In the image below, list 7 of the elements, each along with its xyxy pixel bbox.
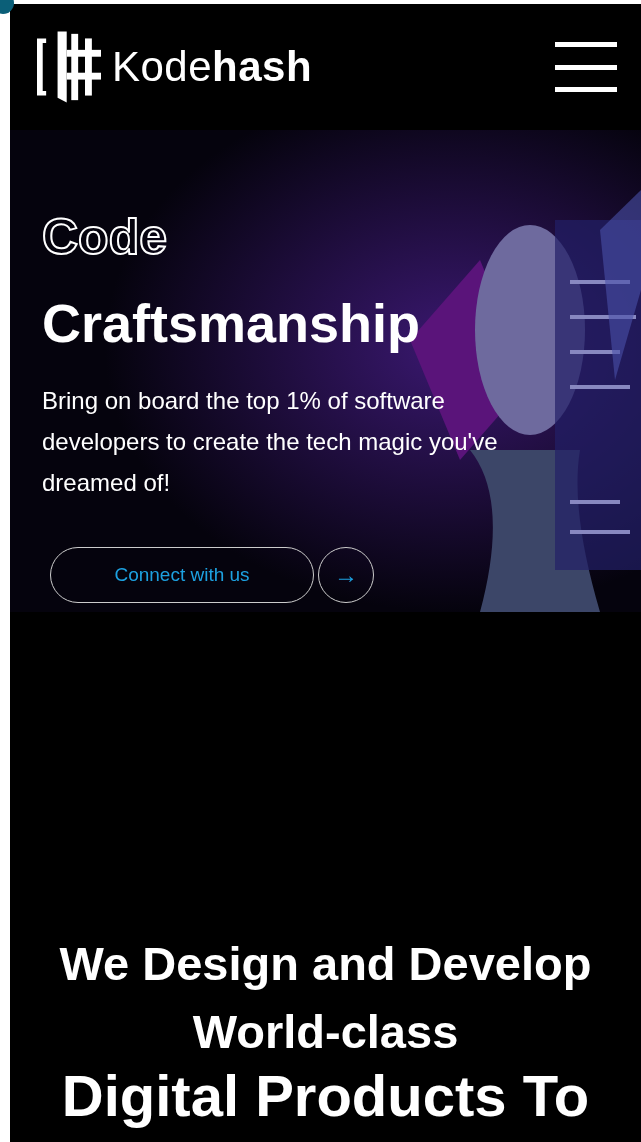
headline-text: Digital Products To (61, 1066, 590, 1126)
menu-button[interactable] (555, 42, 617, 92)
headline-text: World-class (192, 1004, 459, 1060)
logo-text: Kodehash (112, 43, 313, 91)
hero-lead: Bring on board the top 1% of software developers to create the tech magic you've dreamed of! (42, 386, 499, 498)
eyebrow-heading: Code (42, 212, 167, 262)
headline-text: We Design and Develop (59, 936, 592, 992)
